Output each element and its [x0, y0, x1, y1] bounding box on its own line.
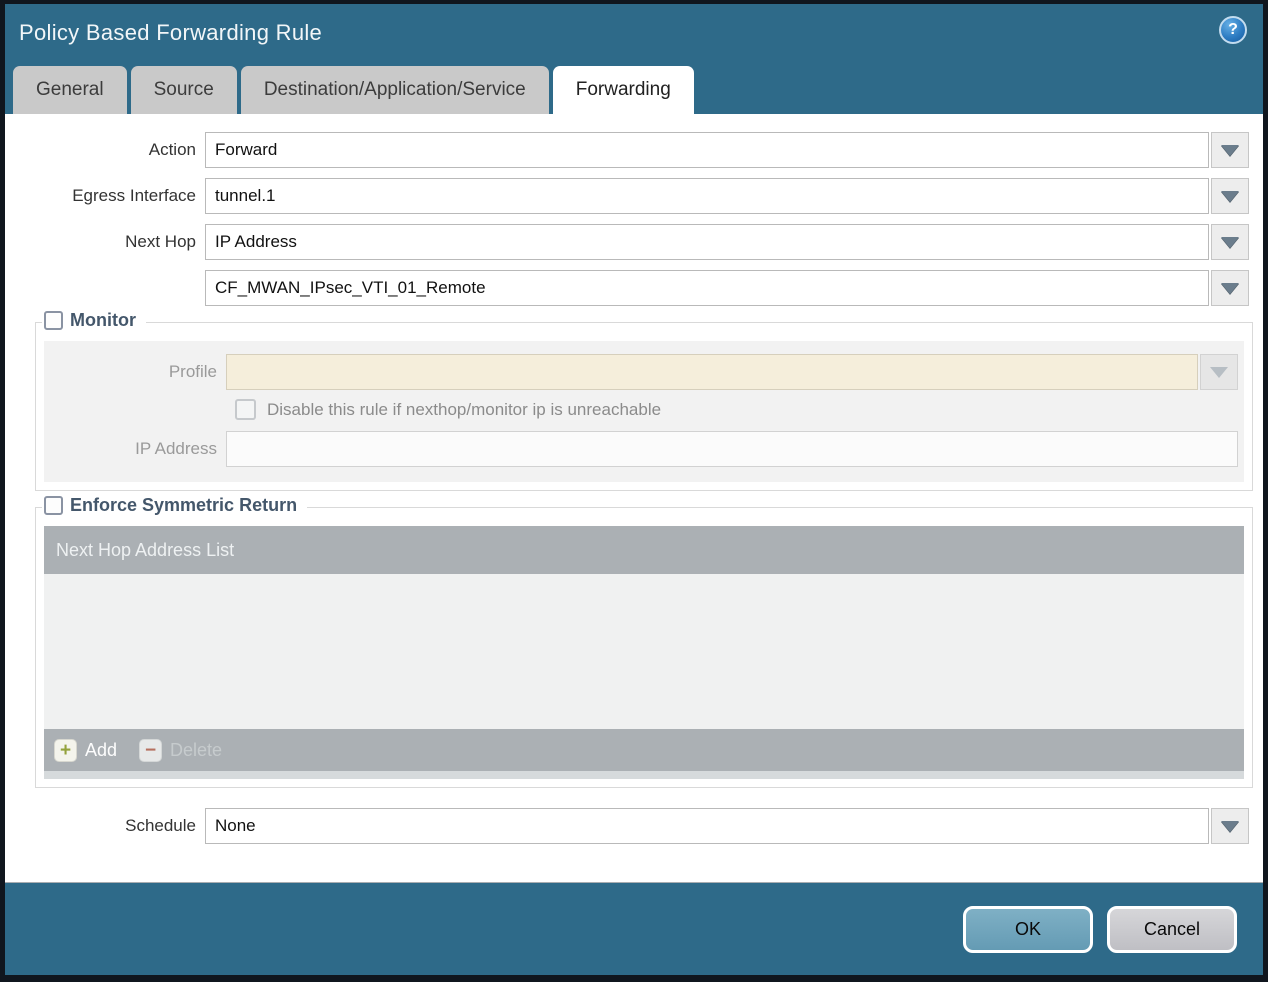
disable-rule-checkbox — [235, 399, 256, 420]
forwarding-tab-panel: Action Forward Egress Interface tunnel.1… — [5, 114, 1263, 883]
help-icon[interactable]: ? — [1219, 16, 1247, 44]
profile-dropdown-button — [1200, 354, 1238, 390]
question-mark-glyph: ? — [1228, 21, 1238, 38]
monitor-legend-label: Monitor — [70, 310, 136, 330]
grid-toolbar: + Add − Delete — [44, 729, 1244, 771]
plus-icon: + — [54, 738, 77, 762]
cancel-button[interactable]: Cancel — [1107, 905, 1237, 953]
profile-value — [226, 354, 1198, 390]
next-hop-row: Next Hop IP Address — [5, 224, 1249, 260]
monitor-ip-address-label: IP Address — [135, 439, 217, 458]
next-hop-type-value[interactable]: IP Address — [205, 224, 1209, 260]
next-hop-type-combobox: IP Address — [205, 224, 1249, 260]
tab-forwarding[interactable]: Forwarding — [552, 66, 694, 114]
ok-button[interactable]: OK — [963, 905, 1093, 953]
chevron-down-icon — [1221, 820, 1239, 832]
monitor-panel: Profile Disable this rule if nexthop/mon… — [44, 341, 1244, 482]
delete-button-label: Delete — [170, 739, 223, 760]
schedule-label: Schedule — [125, 816, 196, 835]
profile-label: Profile — [168, 362, 217, 381]
add-button[interactable]: + Add — [54, 738, 118, 762]
monitor-ip-address-row: IP Address — [44, 431, 1238, 467]
enforce-symmetric-return-checkbox[interactable] — [44, 496, 63, 515]
monitor-fieldset: Monitor Profile Disable this rule if nex… — [35, 310, 1253, 491]
next-hop-address-value[interactable]: CF_MWAN_IPsec_VTI_01_Remote — [205, 270, 1209, 306]
tab-source[interactable]: Source — [130, 66, 237, 114]
chevron-down-icon — [1210, 366, 1228, 378]
disable-rule-row: Disable this rule if nexthop/monitor ip … — [235, 399, 1238, 420]
schedule-value[interactable]: None — [205, 808, 1209, 844]
tab-general[interactable]: General — [13, 66, 127, 114]
egress-interface-combobox: tunnel.1 — [205, 178, 1249, 214]
next-hop-address-dropdown-button[interactable] — [1211, 270, 1249, 306]
next-hop-address-list-body[interactable] — [44, 574, 1244, 729]
enforce-symmetric-return-legend: Enforce Symmetric Return — [42, 495, 308, 516]
dialog-footer: OK Cancel — [5, 883, 1263, 975]
dialog-titlebar: Policy Based Forwarding Rule ? — [5, 4, 1263, 61]
next-hop-label: Next Hop — [125, 232, 196, 251]
next-hop-address-combobox: CF_MWAN_IPsec_VTI_01_Remote — [205, 270, 1249, 306]
profile-combobox — [226, 354, 1238, 390]
action-row: Action Forward — [5, 132, 1249, 168]
add-button-label: Add — [85, 739, 118, 760]
chevron-down-icon — [1221, 282, 1239, 294]
next-hop-address-list-column-header: Next Hop Address List — [44, 526, 1244, 574]
enforce-symmetric-return-legend-label: Enforce Symmetric Return — [70, 495, 298, 515]
action-dropdown-button[interactable] — [1211, 132, 1249, 168]
tab-strip: General Source Destination/Application/S… — [5, 61, 1263, 114]
tab-destination-application-service[interactable]: Destination/Application/Service — [240, 66, 549, 114]
next-hop-address-list-grid: Next Hop Address List + Add − Delete — [44, 526, 1244, 779]
next-hop-address-row: CF_MWAN_IPsec_VTI_01_Remote — [5, 270, 1249, 306]
enforce-symmetric-return-fieldset: Enforce Symmetric Return Next Hop Addres… — [35, 495, 1253, 788]
monitor-checkbox[interactable] — [44, 311, 63, 330]
chevron-down-icon — [1221, 190, 1239, 202]
policy-based-forwarding-dialog: Policy Based Forwarding Rule ? General S… — [0, 0, 1268, 982]
egress-interface-row: Egress Interface tunnel.1 — [5, 178, 1249, 214]
grid-footer-strip — [44, 771, 1244, 779]
schedule-combobox: None — [205, 808, 1249, 844]
profile-row: Profile — [44, 354, 1238, 390]
dialog-title: Policy Based Forwarding Rule — [19, 19, 323, 45]
disable-rule-label: Disable this rule if nexthop/monitor ip … — [267, 399, 662, 419]
schedule-row: Schedule None — [5, 808, 1249, 844]
egress-interface-label: Egress Interface — [72, 186, 196, 205]
delete-button: − Delete — [139, 738, 223, 762]
schedule-dropdown-button[interactable] — [1211, 808, 1249, 844]
monitor-legend: Monitor — [42, 310, 146, 331]
egress-interface-dropdown-button[interactable] — [1211, 178, 1249, 214]
minus-icon: − — [139, 738, 163, 762]
egress-interface-value[interactable]: tunnel.1 — [205, 178, 1209, 214]
chevron-down-icon — [1221, 144, 1239, 156]
action-label: Action — [148, 140, 196, 159]
action-combobox: Forward — [205, 132, 1249, 168]
next-hop-type-dropdown-button[interactable] — [1211, 224, 1249, 260]
chevron-down-icon — [1221, 236, 1239, 248]
monitor-ip-address-input — [226, 431, 1238, 467]
action-value[interactable]: Forward — [205, 132, 1209, 168]
